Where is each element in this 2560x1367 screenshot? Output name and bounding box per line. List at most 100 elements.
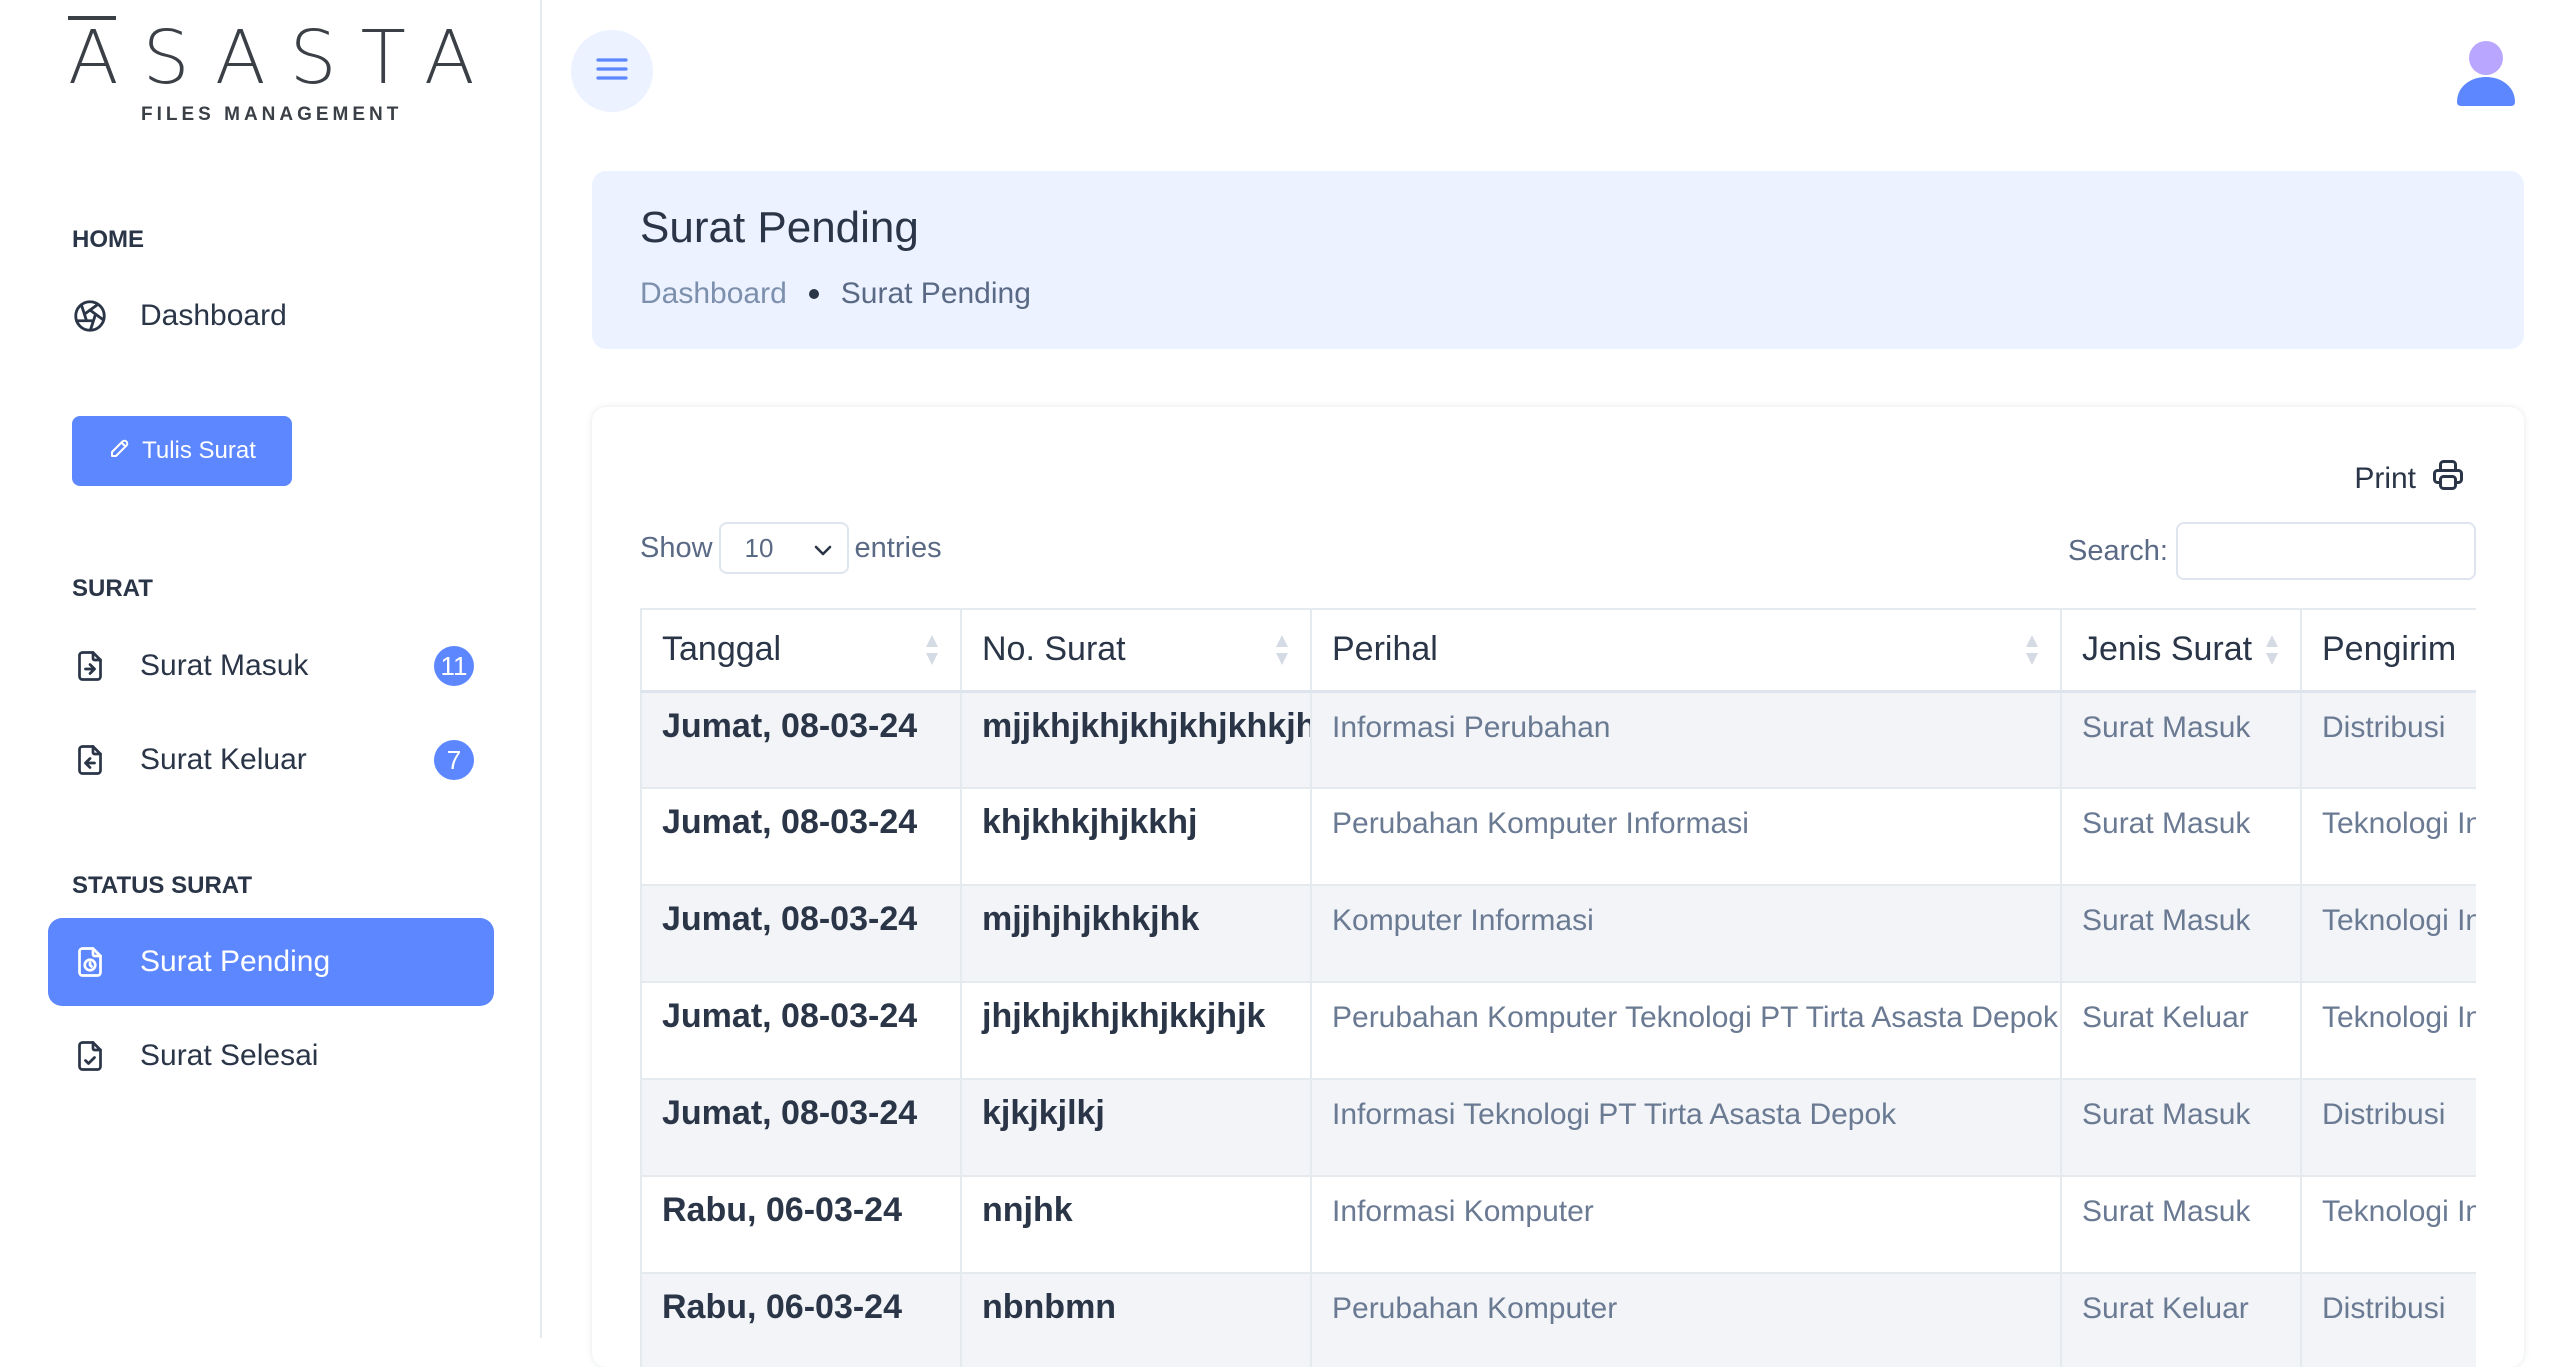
chevron-down-icon	[813, 533, 833, 564]
table-row[interactable]: Jumat, 08-03-24 kjkjkjlkj Informasi Tekn…	[640, 1078, 2476, 1177]
cell-perihal: Informasi Teknologi PT Tirta Asasta Depo…	[1310, 1078, 2062, 1177]
cell-tanggal: Jumat, 08-03-24	[640, 1078, 962, 1177]
column-header-pengirim[interactable]: Pengirim	[2300, 608, 2476, 693]
count-badge: 11	[434, 646, 474, 686]
cell-jenis-surat: Surat Masuk	[2060, 787, 2302, 886]
page-title: Surat Pending	[640, 203, 919, 252]
table-row[interactable]: Jumat, 08-03-24 khjkhkjhjkkhj Perubahan …	[640, 787, 2476, 886]
breadcrumb-current: Surat Pending	[840, 277, 1031, 310]
entries-select-value: 10	[744, 532, 774, 563]
sidebar-item-label: Dashboard	[140, 299, 287, 332]
file-import-icon	[70, 646, 110, 686]
letters-table: Tanggal No. Surat Perihal Jenis Surat Pe…	[640, 608, 2476, 1367]
sidebar-item-surat-masuk[interactable]: Surat Masuk 11	[48, 622, 494, 710]
user-avatar-icon[interactable]	[2455, 40, 2517, 106]
entries-label: entries	[854, 531, 942, 564]
breadcrumb-separator	[808, 289, 819, 299]
cell-jenis-surat: Surat Masuk	[2060, 884, 2302, 983]
cell-no-surat: khjkhkjhjkkhj	[960, 787, 1312, 886]
sort-icon	[1276, 634, 1288, 665]
hamburger-icon	[595, 55, 629, 88]
sidebar-item-dashboard[interactable]: Dashboard	[48, 272, 494, 360]
cell-perihal: Perubahan Komputer Informasi	[1310, 787, 2062, 886]
search-label: Search:	[2068, 534, 2168, 567]
file-clock-icon	[70, 942, 110, 982]
file-check-icon	[70, 1036, 110, 1076]
sidebar-item-label: Surat Pending	[140, 945, 331, 978]
entries-select[interactable]: 10	[718, 522, 849, 574]
nav-caption-surat: SURAT	[72, 575, 153, 602]
cell-perihal: Informasi Perubahan	[1310, 690, 2062, 789]
cell-no-surat: nbnbmn	[960, 1272, 1312, 1367]
cell-perihal: Perubahan Komputer Teknologi PT Tirta As…	[1310, 981, 2062, 1080]
sidebar: ASASTA FILES MANAGEMENT HOME Dashboard T…	[0, 0, 542, 1338]
print-button[interactable]: Print	[2354, 457, 2466, 501]
cell-tanggal: Rabu, 06-03-24	[640, 1272, 962, 1367]
column-header-tanggal[interactable]: Tanggal	[640, 608, 962, 693]
cell-pengirim: Teknologi In	[2300, 884, 2476, 983]
sidebar-item-label: Surat Selesai	[140, 1039, 319, 1072]
column-header-perihal[interactable]: Perihal	[1310, 608, 2062, 693]
cell-perihal: Komputer Informasi	[1310, 884, 2062, 983]
cell-pengirim: Distribusi	[2300, 690, 2476, 789]
table-row[interactable]: Rabu, 06-03-24 nnjhk Informasi Komputer …	[640, 1175, 2476, 1274]
breadcrumb-dashboard-link[interactable]: Dashboard	[640, 277, 787, 311]
nav-caption-home: HOME	[72, 226, 144, 253]
table-card: Print Show 10 entries Search: Tanggal No…	[592, 407, 2524, 1367]
print-label: Print	[2354, 462, 2416, 495]
table-scroll-area[interactable]: Tanggal No. Surat Perihal Jenis Surat Pe…	[640, 608, 2476, 1367]
search-input[interactable]	[2176, 522, 2476, 580]
cell-jenis-surat: Surat Keluar	[2060, 1272, 2302, 1367]
sidebar-item-surat-keluar[interactable]: Surat Keluar 7	[48, 716, 494, 804]
column-header-jenis-surat[interactable]: Jenis Surat	[2060, 608, 2302, 693]
sidebar-item-surat-pending[interactable]: Surat Pending	[48, 918, 494, 1006]
cell-pengirim: Distribusi	[2300, 1078, 2476, 1177]
cell-jenis-surat: Surat Masuk	[2060, 690, 2302, 789]
cell-no-surat: nnjhk	[960, 1175, 1312, 1274]
sort-icon	[2026, 634, 2038, 665]
cell-pengirim: Distribusi	[2300, 1272, 2476, 1367]
brand-subtitle: FILES MANAGEMENT	[141, 104, 403, 125]
cell-pengirim: Teknologi In	[2300, 787, 2476, 886]
table-row[interactable]: Jumat, 08-03-24 jhjkhjkhjkhjkkjhjk Perub…	[640, 981, 2476, 1080]
table-row[interactable]: Rabu, 06-03-24 nbnbmn Perubahan Komputer…	[640, 1272, 2476, 1367]
cell-tanggal: Jumat, 08-03-24	[640, 981, 962, 1080]
cell-jenis-surat: Surat Masuk	[2060, 1078, 2302, 1177]
cell-no-surat: jhjkhjkhjkhjkkjhjk	[960, 981, 1312, 1080]
file-export-icon	[70, 740, 110, 780]
cell-perihal: Perubahan Komputer	[1310, 1272, 2062, 1367]
breadcrumb: Dashboard Surat Pending	[640, 277, 1031, 311]
show-label: Show	[640, 531, 713, 564]
write-letter-button[interactable]: Tulis Surat	[72, 416, 292, 486]
table-row[interactable]: Jumat, 08-03-24 mjjhjhjkhkjhk Komputer I…	[640, 884, 2476, 983]
brand-logo[interactable]: ASASTA FILES MANAGEMENT	[68, 10, 499, 130]
brand-name: ASASTA	[68, 15, 499, 101]
pencil-icon	[108, 436, 132, 467]
cell-perihal: Informasi Komputer	[1310, 1175, 2062, 1274]
table-header-row: Tanggal No. Surat Perihal Jenis Surat Pe…	[640, 608, 2476, 693]
page-header-card: Surat Pending Dashboard Surat Pending	[592, 171, 2524, 349]
table-row[interactable]: Jumat, 08-03-24 mjjkhjkhjkhjkhjkhkjh Inf…	[640, 690, 2476, 789]
table-search: Search:	[2068, 522, 2476, 580]
sort-icon	[926, 634, 938, 665]
sort-icon	[2266, 634, 2278, 665]
sidebar-item-label: Surat Masuk	[140, 649, 309, 682]
cell-tanggal: Jumat, 08-03-24	[640, 787, 962, 886]
entries-length-control: Show 10 entries	[640, 522, 942, 574]
cell-no-surat: mjjkhjkhjkhjkhjkhkjh	[960, 690, 1312, 789]
sidebar-item-label: Surat Keluar	[140, 743, 307, 776]
cell-no-surat: mjjhjhjkhkjhk	[960, 884, 1312, 983]
count-badge: 7	[434, 740, 474, 780]
menu-toggle-button[interactable]	[571, 30, 653, 112]
column-header-no-surat[interactable]: No. Surat	[960, 608, 1312, 693]
printer-icon	[2430, 457, 2466, 501]
sidebar-item-surat-selesai[interactable]: Surat Selesai	[48, 1012, 494, 1100]
cell-jenis-surat: Surat Keluar	[2060, 981, 2302, 1080]
write-letter-label: Tulis Surat	[142, 437, 256, 464]
cell-tanggal: Jumat, 08-03-24	[640, 884, 962, 983]
aperture-icon	[70, 296, 110, 336]
cell-tanggal: Jumat, 08-03-24	[640, 690, 962, 789]
cell-jenis-surat: Surat Masuk	[2060, 1175, 2302, 1274]
cell-no-surat: kjkjkjlkj	[960, 1078, 1312, 1177]
cell-tanggal: Rabu, 06-03-24	[640, 1175, 962, 1274]
